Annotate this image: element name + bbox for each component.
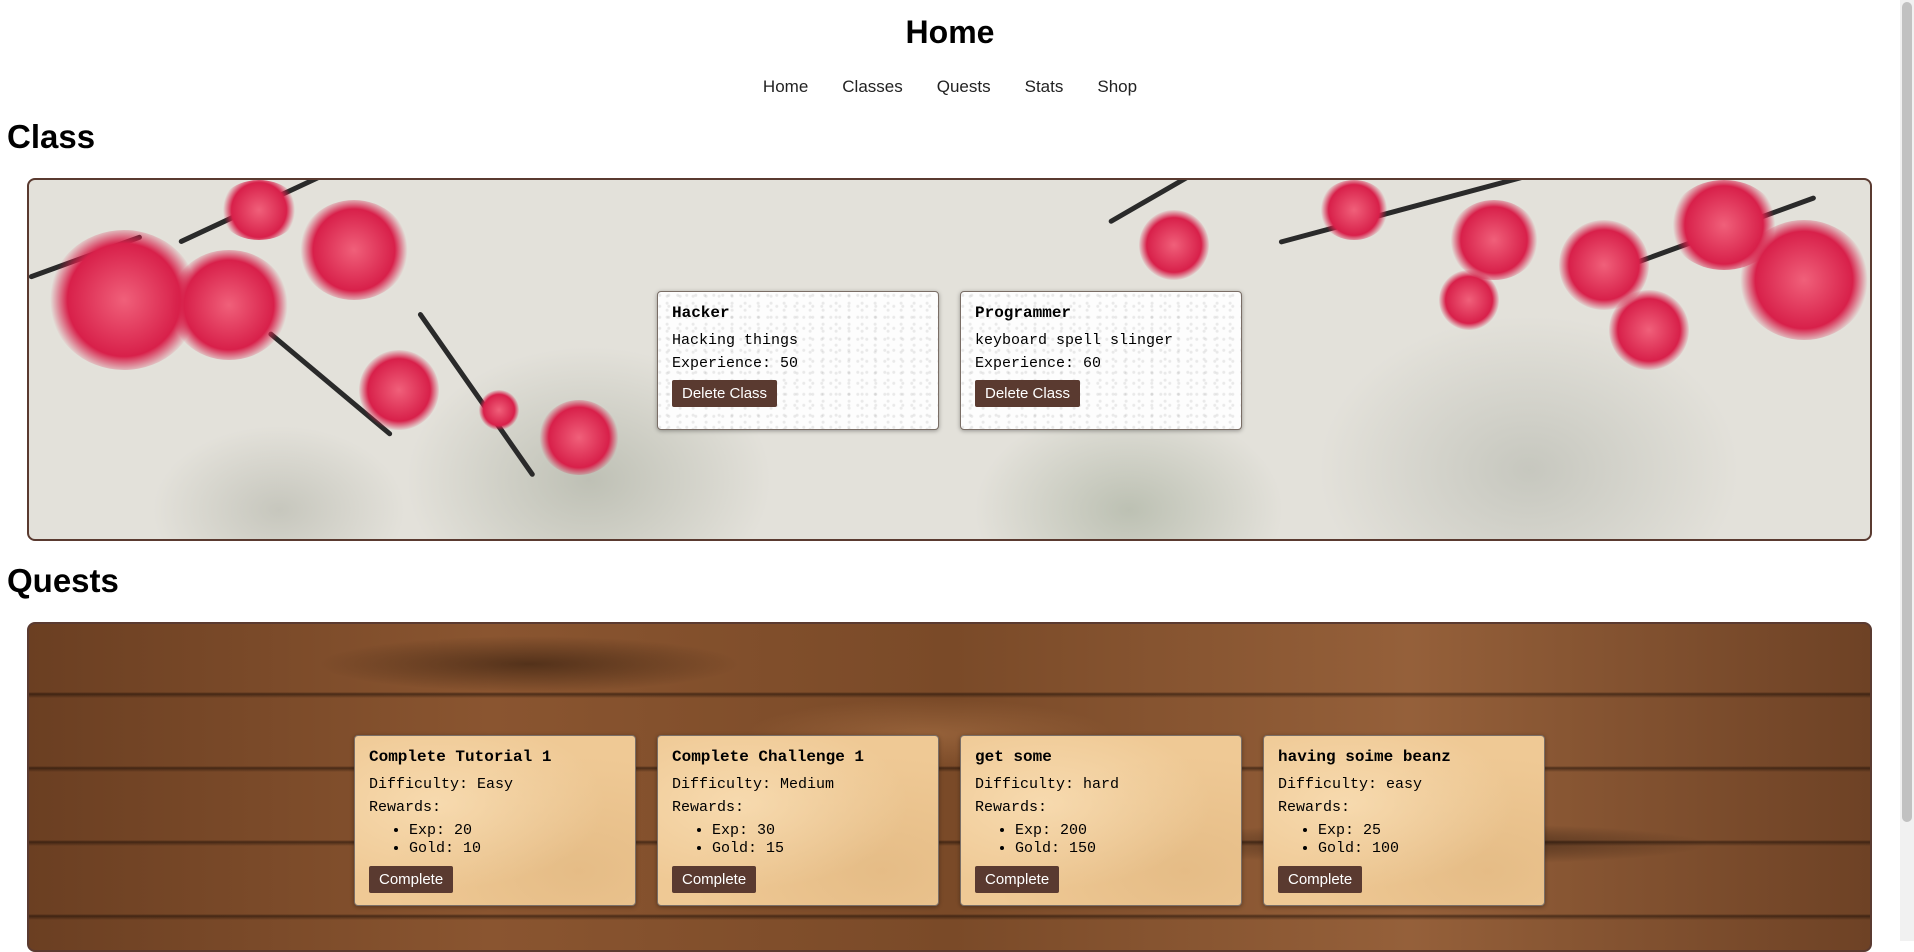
quest-card: having soime beanz Difficulty: easy Rewa… — [1263, 735, 1545, 906]
quest-rewards-label: Rewards: — [369, 799, 442, 816]
complete-quest-button[interactable]: Complete — [975, 866, 1060, 893]
nav-classes[interactable]: Classes — [842, 77, 902, 97]
quest-card: get some Difficulty: hard Rewards: Exp: … — [960, 735, 1242, 906]
quest-rewards-list: Exp: 25 Gold: 100 — [1278, 822, 1530, 858]
class-experience: Experience: 50 — [672, 355, 799, 372]
quest-rewards-label: Rewards: — [1278, 799, 1351, 816]
blossom-decoration — [1449, 200, 1539, 280]
page-scrollbar[interactable] — [1900, 0, 1914, 941]
nav-home[interactable]: Home — [763, 77, 808, 97]
scrollbar-thumb[interactable] — [1902, 2, 1912, 822]
reward-gold: Gold: 150 — [1015, 840, 1227, 858]
quest-name: having soime beanz — [1278, 748, 1451, 766]
quest-card: Complete Challenge 1 Difficulty: Medium … — [657, 735, 939, 906]
quest-rewards-list: Exp: 200 Gold: 150 — [975, 822, 1227, 858]
quest-panel: Complete Tutorial 1 Difficulty: Easy Rew… — [27, 622, 1872, 952]
reward-gold: Gold: 100 — [1318, 840, 1530, 858]
class-description: Hacking things — [672, 332, 799, 349]
main-nav: Home Classes Quests Stats Shop — [0, 77, 1900, 97]
nav-shop[interactable]: Shop — [1097, 77, 1137, 97]
class-name: Hacker — [672, 304, 730, 322]
class-experience: Experience: 60 — [975, 355, 1102, 372]
blossom-decoration — [1139, 210, 1209, 280]
quest-name: Complete Challenge 1 — [672, 748, 865, 766]
blossom-decoration — [219, 180, 299, 240]
quest-difficulty: Difficulty: hard — [975, 776, 1120, 793]
nav-stats[interactable]: Stats — [1025, 77, 1064, 97]
class-card-list: Hacker Hacking things Experience: 50 Del… — [29, 291, 1870, 430]
page-title: Home — [905, 14, 995, 50]
quest-difficulty: Difficulty: Easy — [369, 776, 514, 793]
quest-rewards-list: Exp: 30 Gold: 15 — [672, 822, 924, 858]
class-name: Programmer — [975, 304, 1072, 322]
quest-difficulty: Difficulty: easy — [1278, 776, 1423, 793]
class-card: Hacker Hacking things Experience: 50 Del… — [657, 291, 939, 430]
class-section-heading: Class — [7, 118, 96, 155]
quest-rewards-label: Rewards: — [672, 799, 745, 816]
reward-gold: Gold: 10 — [409, 840, 621, 858]
delete-class-button[interactable]: Delete Class — [975, 380, 1081, 407]
blossom-decoration — [1319, 180, 1389, 240]
reward-exp: Exp: 20 — [409, 822, 621, 840]
class-description: keyboard spell slinger — [975, 332, 1174, 349]
complete-quest-button[interactable]: Complete — [672, 866, 757, 893]
class-card: Programmer keyboard spell slinger Experi… — [960, 291, 1242, 430]
reward-exp: Exp: 30 — [712, 822, 924, 840]
complete-quest-button[interactable]: Complete — [369, 866, 454, 893]
delete-class-button[interactable]: Delete Class — [672, 380, 778, 407]
quest-rewards-label: Rewards: — [975, 799, 1048, 816]
quest-difficulty: Difficulty: Medium — [672, 776, 835, 793]
complete-quest-button[interactable]: Complete — [1278, 866, 1363, 893]
quest-card: Complete Tutorial 1 Difficulty: Easy Rew… — [354, 735, 636, 906]
reward-exp: Exp: 25 — [1318, 822, 1530, 840]
blossom-decoration — [299, 200, 409, 300]
quest-rewards-list: Exp: 20 Gold: 10 — [369, 822, 621, 858]
quests-section-heading: Quests — [7, 562, 119, 599]
class-panel: Hacker Hacking things Experience: 50 Del… — [27, 178, 1872, 541]
quest-name: Complete Tutorial 1 — [369, 748, 552, 766]
quest-name: get some — [975, 748, 1052, 766]
nav-quests[interactable]: Quests — [937, 77, 991, 97]
reward-gold: Gold: 15 — [712, 840, 924, 858]
reward-exp: Exp: 200 — [1015, 822, 1227, 840]
quest-card-list: Complete Tutorial 1 Difficulty: Easy Rew… — [29, 735, 1870, 906]
